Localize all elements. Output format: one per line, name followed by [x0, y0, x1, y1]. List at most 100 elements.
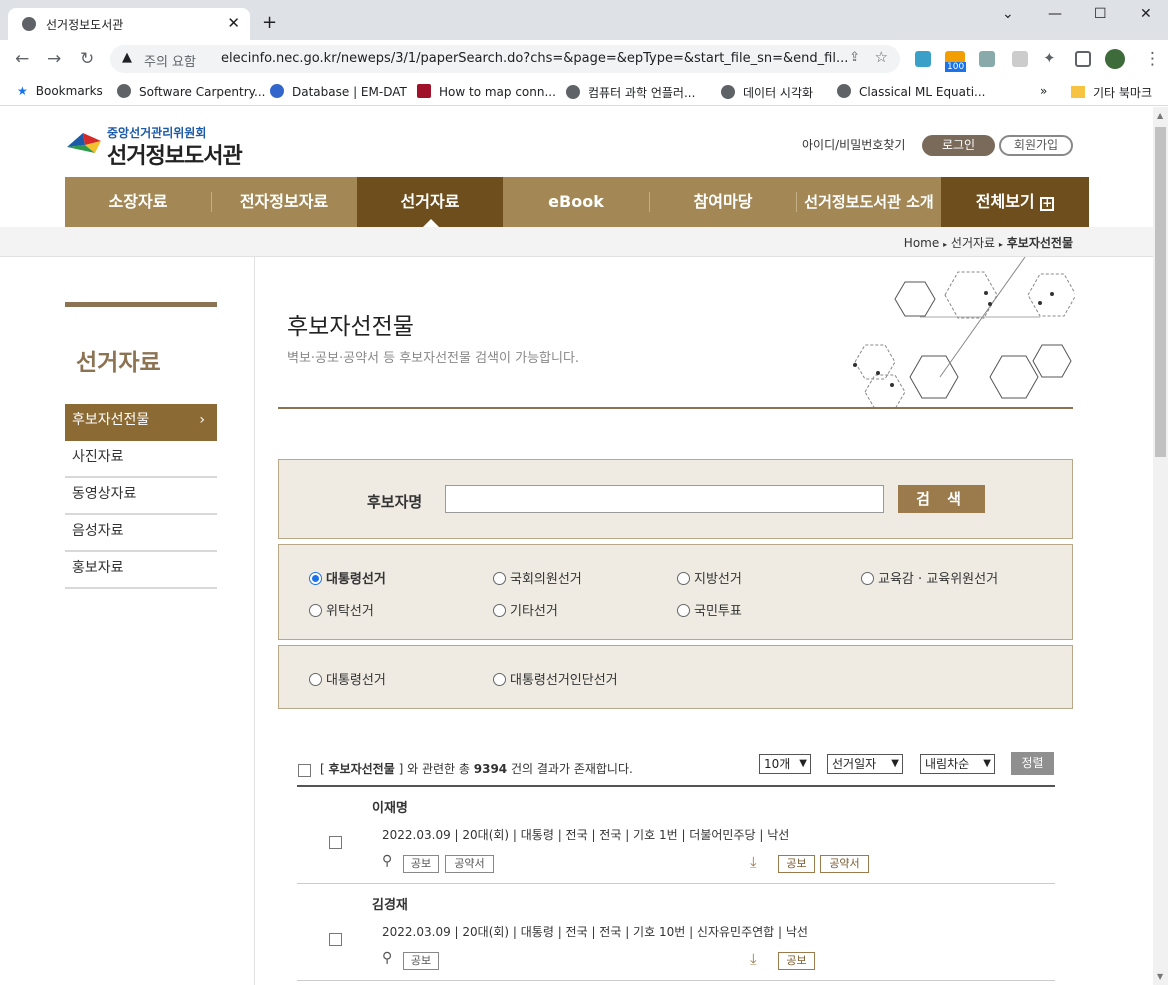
radio-icon: [493, 572, 506, 585]
sidebar-item-label: 후보자선전물: [72, 412, 150, 428]
view-pledge-button[interactable]: 공약서: [445, 855, 494, 873]
radio-sub-presidential[interactable]: 대통령선거: [309, 669, 386, 688]
extension-badge: 100: [945, 62, 967, 72]
close-tab-icon[interactable]: ✕: [227, 14, 240, 32]
radio-entrusted[interactable]: 위탁선거: [309, 600, 374, 619]
sidebar-title: 선거자료: [76, 350, 161, 376]
profile-avatar[interactable]: [1105, 49, 1125, 69]
back-icon[interactable]: ←: [15, 49, 29, 69]
side-panel-icon[interactable]: [1075, 51, 1091, 67]
minimize-icon[interactable]: —: [1048, 6, 1062, 22]
nav-holdings[interactable]: 소장자료: [65, 177, 211, 227]
per-page-select[interactable]: 10개 ▼: [759, 754, 811, 774]
bookmark-item[interactable]: Database | EM-DAT: [270, 84, 407, 99]
download-bulletin-button[interactable]: 공보: [778, 952, 815, 970]
candidate-name-label: 후보자명: [367, 493, 423, 511]
sidebar-divider: [254, 257, 255, 985]
window-close-icon[interactable]: ✕: [1140, 6, 1152, 22]
tab-search-icon[interactable]: ⌄: [1002, 6, 1014, 22]
view-bulletin-button[interactable]: 공보: [403, 952, 439, 970]
search-box: 후보자명 검 색: [278, 459, 1073, 539]
more-bookmarks-icon[interactable]: »: [1040, 84, 1047, 98]
radio-icon: [309, 604, 322, 617]
reload-icon[interactable]: ↻: [80, 49, 94, 69]
sort-order-select[interactable]: 내림차순 ▼: [920, 754, 995, 774]
breadcrumb: Home ▸ 선거자료 ▸ 후보자선전물: [904, 234, 1073, 251]
bookmarks-bar: ★ Bookmarks Software Carpentry... Databas…: [0, 78, 1168, 106]
nav-participation[interactable]: 참여마당: [650, 177, 796, 227]
new-tab-icon[interactable]: +: [262, 12, 277, 33]
bookmark-item[interactable]: Software Carpentry...: [117, 84, 265, 99]
menu-icon[interactable]: ⋮: [1144, 49, 1161, 69]
sort-field-select[interactable]: 선거일자 ▼: [827, 754, 903, 774]
view-bulletin-button[interactable]: 공보: [403, 855, 439, 873]
globe-icon: [22, 17, 36, 31]
logo-title: 선거정보도서관: [107, 144, 243, 169]
bookmark-item[interactable]: 컴퓨터 과학 언플러...: [566, 84, 695, 101]
sidebar-item-candidate-materials[interactable]: 후보자선전물 ›: [65, 404, 217, 441]
radio-referendum[interactable]: 국민투표: [677, 600, 742, 619]
radio-presidential[interactable]: 대통령선거: [309, 568, 386, 587]
url-text[interactable]: elecinfo.nec.go.kr/neweps/3/1/paperSearc…: [221, 51, 848, 66]
breadcrumb-home[interactable]: Home: [904, 236, 939, 250]
breadcrumb-current: 후보자선전물: [1006, 236, 1073, 250]
nav-electronic[interactable]: 전자정보자료: [212, 177, 356, 227]
candidate-name[interactable]: 이재명: [372, 797, 408, 816]
download-pledge-button[interactable]: 공약서: [820, 855, 869, 873]
maximize-icon[interactable]: ☐: [1094, 6, 1107, 22]
breadcrumb-parent[interactable]: 선거자료: [951, 236, 995, 250]
omnibox[interactable]: ▲ 주의 요함 elecinfo.nec.go.kr/neweps/3/1/pa…: [110, 45, 900, 73]
candidate-name[interactable]: 김경재: [372, 894, 408, 913]
result-row: 이재명 2022.03.09 | 20대(회) | 대통령 | 전국 | 전국 …: [297, 787, 1055, 884]
sort-button[interactable]: 정렬: [1011, 752, 1054, 775]
puzzle-icon[interactable]: ✦: [1043, 49, 1056, 67]
page-extension-icon[interactable]: [1012, 51, 1028, 67]
page-title: 후보자선전물: [287, 314, 414, 340]
find-id-link[interactable]: 아이디/비밀번호찾기: [802, 136, 905, 153]
radio-local[interactable]: 지방선거: [677, 568, 742, 587]
breadcrumb-sep-icon: ▸: [998, 240, 1003, 249]
login-button[interactable]: 로그인: [922, 135, 995, 156]
satellite-extension-icon[interactable]: [979, 51, 995, 67]
nav-ebook[interactable]: eBook: [503, 177, 649, 227]
radio-other[interactable]: 기타선거: [493, 600, 558, 619]
bookmark-item[interactable]: How to map conn...: [417, 84, 556, 99]
candidate-name-input[interactable]: [445, 485, 884, 513]
nav-view-all[interactable]: 전체보기 +: [941, 177, 1089, 227]
scroll-down-icon[interactable]: ▼: [1157, 972, 1163, 981]
chevron-down-icon: ▼: [983, 758, 991, 769]
bookmark-item[interactable]: Classical ML Equati...: [837, 84, 986, 99]
scrollbar-thumb[interactable]: [1155, 127, 1166, 457]
nav-about[interactable]: 선거정보도서관 소개: [797, 177, 941, 227]
folder-icon: [1071, 86, 1085, 98]
tab-title: 선거정보도서관: [46, 18, 124, 32]
sidebar-item-videos[interactable]: 동영상자료: [65, 478, 217, 515]
search-button[interactable]: 검 색: [898, 485, 985, 513]
sidebar-item-audio[interactable]: 음성자료: [65, 515, 217, 552]
sidebar-item-promotion[interactable]: 홍보자료: [65, 552, 217, 589]
bookmark-star-icon[interactable]: ☆: [875, 48, 888, 66]
download-bulletin-button[interactable]: 공보: [778, 855, 815, 873]
breadcrumb-bar: Home ▸ 선거자료 ▸ 후보자선전물: [0, 227, 1153, 257]
row-checkbox[interactable]: [329, 933, 342, 946]
sidebar-item-photos[interactable]: 사진자료: [65, 441, 217, 478]
browser-tab[interactable]: 선거정보도서관 ✕: [8, 8, 250, 40]
bookmark-item[interactable]: ★ Bookmarks: [17, 84, 103, 98]
scroll-up-icon[interactable]: ▲: [1157, 111, 1163, 120]
share-icon[interactable]: ⇪: [849, 50, 860, 65]
site-icon: [417, 84, 431, 98]
join-button[interactable]: 회원가입: [999, 135, 1073, 156]
bookmark-item[interactable]: 데이터 시각화: [721, 84, 813, 101]
select-all-checkbox[interactable]: [298, 764, 311, 777]
page-scrollbar[interactable]: ▲ ▼: [1153, 107, 1168, 985]
radio-national-assembly[interactable]: 국회의원선거: [493, 568, 582, 587]
extension-icon[interactable]: [915, 51, 931, 67]
warning-icon[interactable]: ▲: [122, 50, 132, 65]
security-label[interactable]: 주의 요함: [144, 51, 196, 70]
radio-sub-electoral-college[interactable]: 대통령선거인단선거: [493, 669, 618, 688]
other-bookmarks[interactable]: 기타 북마크: [1071, 84, 1152, 101]
radio-icon: [677, 604, 690, 617]
forward-icon[interactable]: →: [47, 49, 61, 69]
row-checkbox[interactable]: [329, 836, 342, 849]
radio-education[interactable]: 교육감 · 교육위원선거: [861, 568, 998, 587]
